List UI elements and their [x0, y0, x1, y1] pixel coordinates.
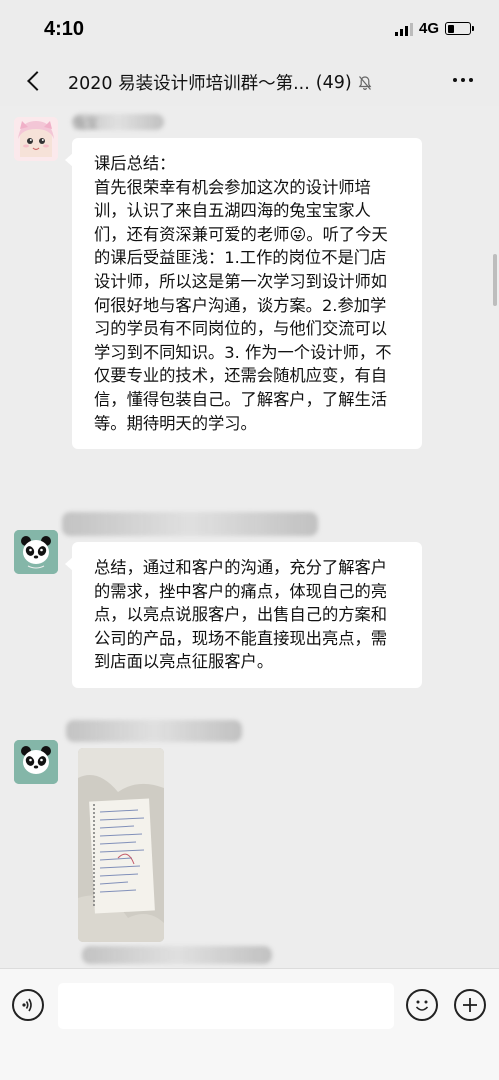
chat-messages: 兔宝 课后总结： 首先很荣幸有机会参加这次的设计师培训，认识了来自五湖四海的兔宝… — [0, 106, 499, 968]
emoji-icon[interactable] — [406, 989, 438, 1021]
plus-icon[interactable] — [454, 989, 486, 1021]
message-bubble[interactable]: 总结，通过和客户的沟通，充分了解客户的需求，挫中客户的痛点，体现自己的亮点，以亮… — [65, 542, 422, 688]
chat-title-area[interactable]: 2020 易装设计师培训群～第... (49) — [68, 70, 428, 95]
chevron-left-icon[interactable] — [22, 68, 48, 94]
bell-slash-icon — [358, 75, 372, 91]
panda-avatar[interactable] — [14, 740, 58, 784]
message-text: 课后总结： 首先很荣幸有机会参加这次的设计师培训，认识了来自五湖四海的兔宝宝家人… — [94, 154, 392, 433]
more-horizontal-icon[interactable] — [453, 78, 473, 82]
status-time: 4:10 — [44, 18, 85, 40]
sender-name-blurred — [82, 946, 272, 964]
sender-name: 兔宝 — [74, 116, 99, 130]
battery-level — [447, 24, 454, 33]
nav-bar: 2020 易装设计师培训群～第... (49) — [0, 58, 499, 106]
message-bubble[interactable]: 课后总结： 首先很荣幸有机会参加这次的设计师培训，认识了来自五湖四海的兔宝宝家人… — [65, 138, 422, 450]
input-bar — [0, 968, 499, 1080]
signal-strength-icon — [394, 22, 413, 36]
status-indicators: 4G — [394, 20, 474, 37]
member-count: (49) — [315, 72, 352, 93]
scrollbar[interactable] — [493, 254, 497, 306]
chat-title: 2020 易装设计师培训群～第... — [68, 74, 310, 94]
sender-name-blurred — [66, 720, 242, 742]
panda-avatar[interactable] — [14, 530, 58, 574]
voice-icon[interactable] — [12, 989, 44, 1021]
message-input[interactable] — [58, 983, 394, 1029]
sender-name-blurred — [62, 512, 318, 536]
network-type: 4G — [418, 20, 439, 37]
anime-girl-avatar[interactable] — [14, 117, 58, 161]
message-text: 总结，通过和客户的沟通，充分了解客户的需求，挫中客户的痛点，体现自己的亮点，以亮… — [94, 558, 388, 672]
notebook-photo[interactable] — [78, 748, 164, 942]
status-bar: 4:10 4G — [0, 0, 499, 58]
battery-icon — [445, 22, 474, 35]
